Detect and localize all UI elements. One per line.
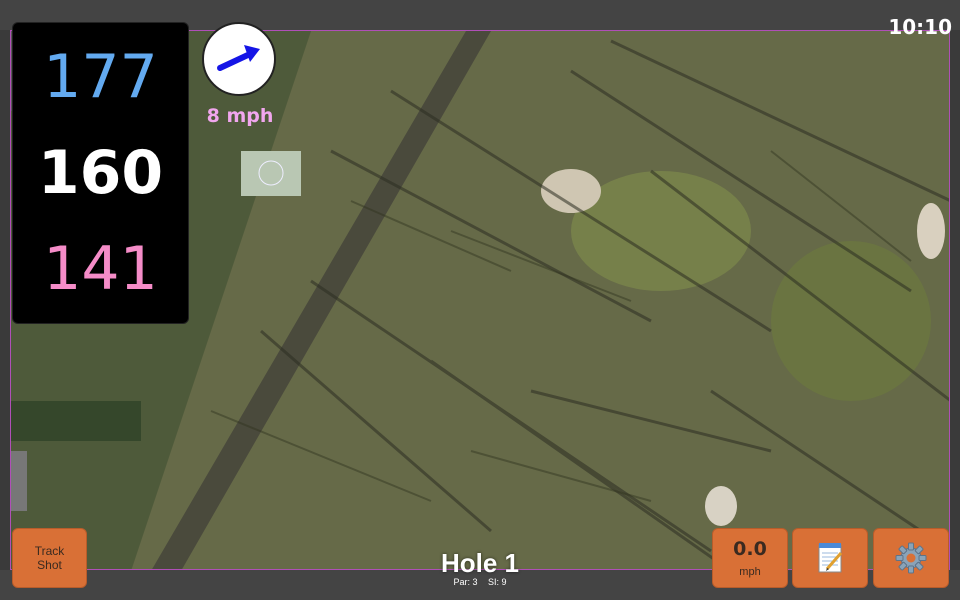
track-shot-button[interactable]: Track Shot: [12, 528, 87, 588]
clock: 10:10: [888, 15, 952, 39]
speed-button[interactable]: 0.0 mph: [712, 528, 788, 588]
notes-button[interactable]: [792, 528, 868, 588]
notepad-icon: [818, 543, 843, 573]
gear-icon: [895, 542, 927, 574]
settings-button[interactable]: [873, 528, 949, 588]
wind-arrow-icon: [217, 45, 260, 71]
track-shot-label-line1: Track: [34, 544, 65, 558]
distance-panel: 177 160 141: [12, 22, 189, 324]
hole-title: Hole 1: [440, 548, 520, 578]
speed-value: 0.0: [733, 538, 767, 560]
par-label: Par: 3: [453, 577, 478, 587]
middle-distance: 160: [37, 138, 164, 208]
hole-info: Par: 3 SI: 9: [380, 577, 580, 587]
wind-speed: 8 mph: [206, 105, 274, 127]
track-shot-label-line2: Shot: [37, 558, 62, 572]
back-distance: 177: [43, 42, 158, 112]
si-label: SI: 9: [488, 577, 507, 587]
wind-indicator: [202, 22, 276, 96]
front-distance: 141: [43, 234, 158, 304]
speed-unit: mph: [739, 566, 761, 578]
